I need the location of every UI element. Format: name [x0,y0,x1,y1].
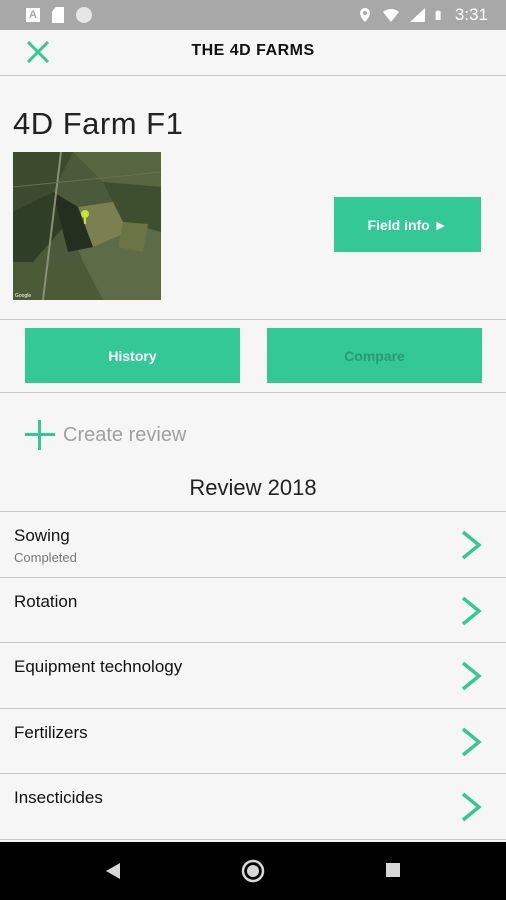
back-icon[interactable] [104,861,122,881]
circle-icon [76,7,92,23]
review-list: Sowing Completed Rotation Equipment tech… [0,511,506,845]
battery-icon [435,10,441,20]
farm-map-thumbnail[interactable]: Google [13,152,161,300]
list-item-label: Sowing [14,526,70,545]
wifi-icon [382,8,399,22]
farm-title: 4D Farm F1 [13,106,184,141]
signal-icon [409,8,425,22]
a-notification-icon: A [26,8,40,22]
field-info-button[interactable]: Field info ► [334,197,481,252]
status-right-icons: 3:31 [357,5,488,25]
chevron-right-icon [461,792,482,822]
chevron-right-icon [461,727,482,756]
app-title: THE 4D FARMS [191,42,315,59]
create-review-label: Create review [63,423,187,446]
divider [0,319,506,320]
app-bar: THE 4D FARMS [0,30,506,76]
chevron-right-icon [461,596,482,625]
history-button[interactable]: History [25,328,240,383]
map-credit: Google [15,293,32,299]
status-bar: A 3:31 [0,0,506,30]
status-left-icons: A [26,7,92,23]
list-item-label: Fertilizers [14,722,88,742]
divider [0,392,506,393]
chevron-right-icon [461,661,482,691]
status-time: 3:31 [454,5,488,24]
list-item-status: Completed [14,550,77,565]
list-item-rotation[interactable]: Rotation [0,576,506,643]
system-nav-bar [0,842,506,900]
list-item-label: Rotation [14,591,78,611]
list-item-label: Insecticides [14,788,103,807]
compare-button[interactable]: Compare [267,328,482,383]
chevron-right-icon [461,530,482,560]
list-item-equipment-technology[interactable]: Equipment technology [0,642,506,708]
list-item-sowing[interactable]: Sowing Completed [0,511,506,577]
recents-icon[interactable] [385,862,401,878]
list-item-insecticides[interactable]: Insecticides [0,773,506,839]
plus-icon [25,420,55,450]
sd-card-icon [52,7,64,23]
satellite-map [13,152,161,300]
location-icon [359,8,370,22]
list-item-label: Equipment technology [14,657,183,676]
home-icon[interactable] [241,859,265,883]
list-item-fertilizers[interactable]: Fertilizers [0,707,506,774]
review-title: Review 2018 [189,475,317,500]
create-review-button[interactable]: Create review [25,420,186,450]
